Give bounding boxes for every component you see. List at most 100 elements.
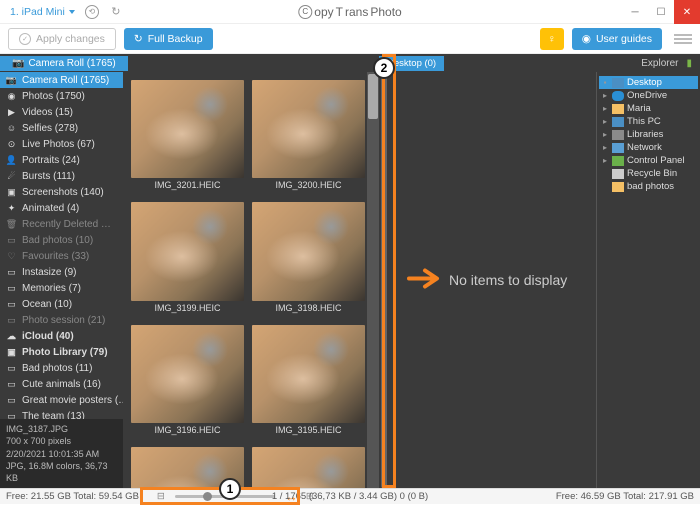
sidebar-item[interactable]: 👤Portraits (24): [0, 152, 123, 168]
tree-label: Recycle Bin: [627, 168, 677, 179]
thumbnail-label: IMG_3201.HEIC: [131, 178, 244, 194]
tree-label: bad photos: [627, 181, 674, 192]
sidebar-item[interactable]: ▭Memories (7): [0, 280, 123, 296]
device-name: 1. iPad Mini: [10, 6, 65, 18]
album-icon: ▭: [6, 363, 17, 374]
expand-icon[interactable]: ▸: [601, 104, 609, 113]
album-label: Camera Roll (1765): [22, 75, 109, 86]
sidebar-item[interactable]: ▭ Cute animals (16): [0, 376, 123, 392]
tree-item[interactable]: ▸Control Panel: [599, 154, 698, 167]
thumbnail[interactable]: IMG_3201.HEIC: [131, 80, 244, 194]
folder-icon[interactable]: ▮: [686, 58, 692, 69]
album-icon: ▭: [6, 235, 17, 246]
album-icon: ▭: [6, 299, 17, 310]
album-icon: ◉: [6, 91, 17, 102]
thumbnail[interactable]: IMG_3199.HEIC: [131, 202, 244, 316]
sidebar-item[interactable]: ▭ Bad photos (11): [0, 360, 123, 376]
thumbnail[interactable]: IMG_3196.HEIC: [131, 325, 244, 439]
breadcrumb-left[interactable]: 📷 Camera Roll (1765): [0, 56, 128, 71]
expand-icon[interactable]: ▪: [601, 78, 609, 87]
user-guides-button[interactable]: ◉ User guides: [572, 28, 662, 50]
sync-icon[interactable]: ↻: [109, 5, 123, 19]
album-label: Bad photos (10): [22, 235, 93, 246]
folder-tree[interactable]: ▪Desktop ▸ OneDrive ▸ Maria▸This PC▸Librarie…: [596, 72, 700, 488]
lightbulb-icon: ♀: [548, 33, 556, 45]
expand-icon[interactable]: ▸: [601, 143, 609, 152]
sidebar-item[interactable]: ☁ iCloud (40): [0, 328, 123, 344]
album-label: Cute animals (16): [22, 379, 101, 390]
device-selector[interactable]: 1. iPad Mini: [10, 6, 75, 18]
album-icon: ☁: [6, 331, 17, 342]
tree-item[interactable]: Recycle Bin: [599, 167, 698, 180]
thumbnail[interactable]: IMG_3198.HEIC: [252, 202, 365, 316]
sidebar-item[interactable]: ▭Great movie posters (…: [0, 392, 123, 408]
tree-item[interactable]: ▸ OneDrive: [599, 89, 698, 102]
sidebar-item[interactable]: ☄Bursts (111): [0, 168, 123, 184]
sidebar-item[interactable]: ♡ Favourites (33): [0, 248, 123, 264]
sidebar-item[interactable]: ▣Screenshots (140): [0, 184, 123, 200]
sidebar-item[interactable]: ◉Photos (1750): [0, 88, 123, 104]
slider-thumb[interactable]: [203, 492, 212, 501]
album-label: Photo Library (79): [22, 347, 108, 358]
thumbnail[interactable]: [252, 447, 365, 488]
sidebar-item[interactable]: 📷Camera Roll (1765): [0, 72, 123, 88]
sidebar-item[interactable]: ▣Photo Library (79): [0, 344, 123, 360]
callout-1: 1: [219, 478, 241, 500]
album-label: Favourites (33): [22, 251, 89, 262]
album-label: Photo session (21): [22, 315, 105, 326]
gallery-scrollbar[interactable]: [367, 72, 379, 488]
scrollbar-thumb[interactable]: [368, 74, 378, 119]
album-icon: ▭: [6, 379, 17, 390]
album-icon: ♡: [6, 251, 17, 262]
sidebar-item[interactable]: ▭ Bad photos (10): [0, 232, 123, 248]
refresh-icon[interactable]: ⟲: [85, 5, 99, 19]
sidebar-item[interactable]: ▭Photo session (21): [0, 312, 123, 328]
tree-label: Maria: [627, 103, 651, 114]
album-label: Ocean (10): [22, 299, 72, 310]
status-bar: Free: 21.55 GB Total: 59.54 GB ⊟ ↔ ⊞ 1 /…: [0, 488, 700, 504]
breadcrumb-bar: 📷 Camera Roll (1765) Desktop (0) Explore…: [0, 54, 700, 72]
expand-icon[interactable]: ▸: [601, 91, 609, 100]
album-label: Videos (15): [22, 107, 73, 118]
tree-item[interactable]: ▪Desktop: [599, 76, 698, 89]
full-backup-button[interactable]: ↻ Full Backup: [124, 28, 213, 50]
thumbnail-label: IMG_3195.HEIC: [252, 423, 365, 439]
tree-label: Network: [627, 142, 662, 153]
tree-item[interactable]: bad photos: [599, 180, 698, 193]
album-icon: ▭: [6, 267, 17, 278]
zoom-out-icon[interactable]: ⊟: [157, 491, 165, 502]
titlebar: 1. iPad Mini ⟲ ↻ CopyTrans Photo ─ ☐ ✕: [0, 0, 700, 24]
minimize-button[interactable]: ─: [622, 0, 648, 24]
sidebar-item[interactable]: ✦Animated (4): [0, 200, 123, 216]
sidebar-item[interactable]: ▶Videos (15): [0, 104, 123, 120]
split-divider[interactable]: [379, 72, 389, 488]
menu-button[interactable]: [674, 34, 692, 44]
expand-icon[interactable]: ▸: [601, 130, 609, 139]
album-label: iCloud (40): [22, 331, 74, 342]
thumbnail-grid[interactable]: IMG_3201.HEICIMG_3200.HEICIMG_3199.HEICI…: [123, 72, 379, 488]
drop-zone[interactable]: No items to display: [389, 72, 596, 488]
tree-label: OneDrive: [627, 90, 667, 101]
tree-item[interactable]: ▸This PC: [599, 115, 698, 128]
thumbnail[interactable]: IMG_3195.HEIC: [252, 325, 365, 439]
tree-item[interactable]: ▸Libraries: [599, 128, 698, 141]
thumbnail[interactable]: IMG_3200.HEIC: [252, 80, 365, 194]
expand-icon[interactable]: ▸: [601, 117, 609, 126]
album-label: Bad photos (11): [22, 363, 92, 374]
drag-handle-icon[interactable]: [381, 72, 387, 488]
maximize-button[interactable]: ☐: [648, 0, 674, 24]
hint-button[interactable]: ♀: [540, 28, 564, 50]
sidebar-item[interactable]: ☺Selfies (278): [0, 120, 123, 136]
tree-item[interactable]: ▸ Maria: [599, 102, 698, 115]
album-list[interactable]: 📷Camera Roll (1765)◉Photos (1750)▶Videos…: [0, 72, 123, 419]
sidebar-item[interactable]: ▭ Ocean (10): [0, 296, 123, 312]
sidebar-item[interactable]: 🗑Recently Deleted …: [0, 216, 123, 232]
close-button[interactable]: ✕: [674, 0, 700, 24]
tree-item[interactable]: ▸ Network: [599, 141, 698, 154]
album-icon: ▭: [6, 395, 17, 406]
apply-changes-button[interactable]: ✓ Apply changes: [8, 28, 116, 50]
sidebar-item[interactable]: ▭Instasize (9): [0, 264, 123, 280]
sidebar-item[interactable]: ▭The team (13): [0, 408, 123, 419]
expand-icon[interactable]: ▸: [601, 156, 609, 165]
sidebar-item[interactable]: ⊙Live Photos (67): [0, 136, 123, 152]
